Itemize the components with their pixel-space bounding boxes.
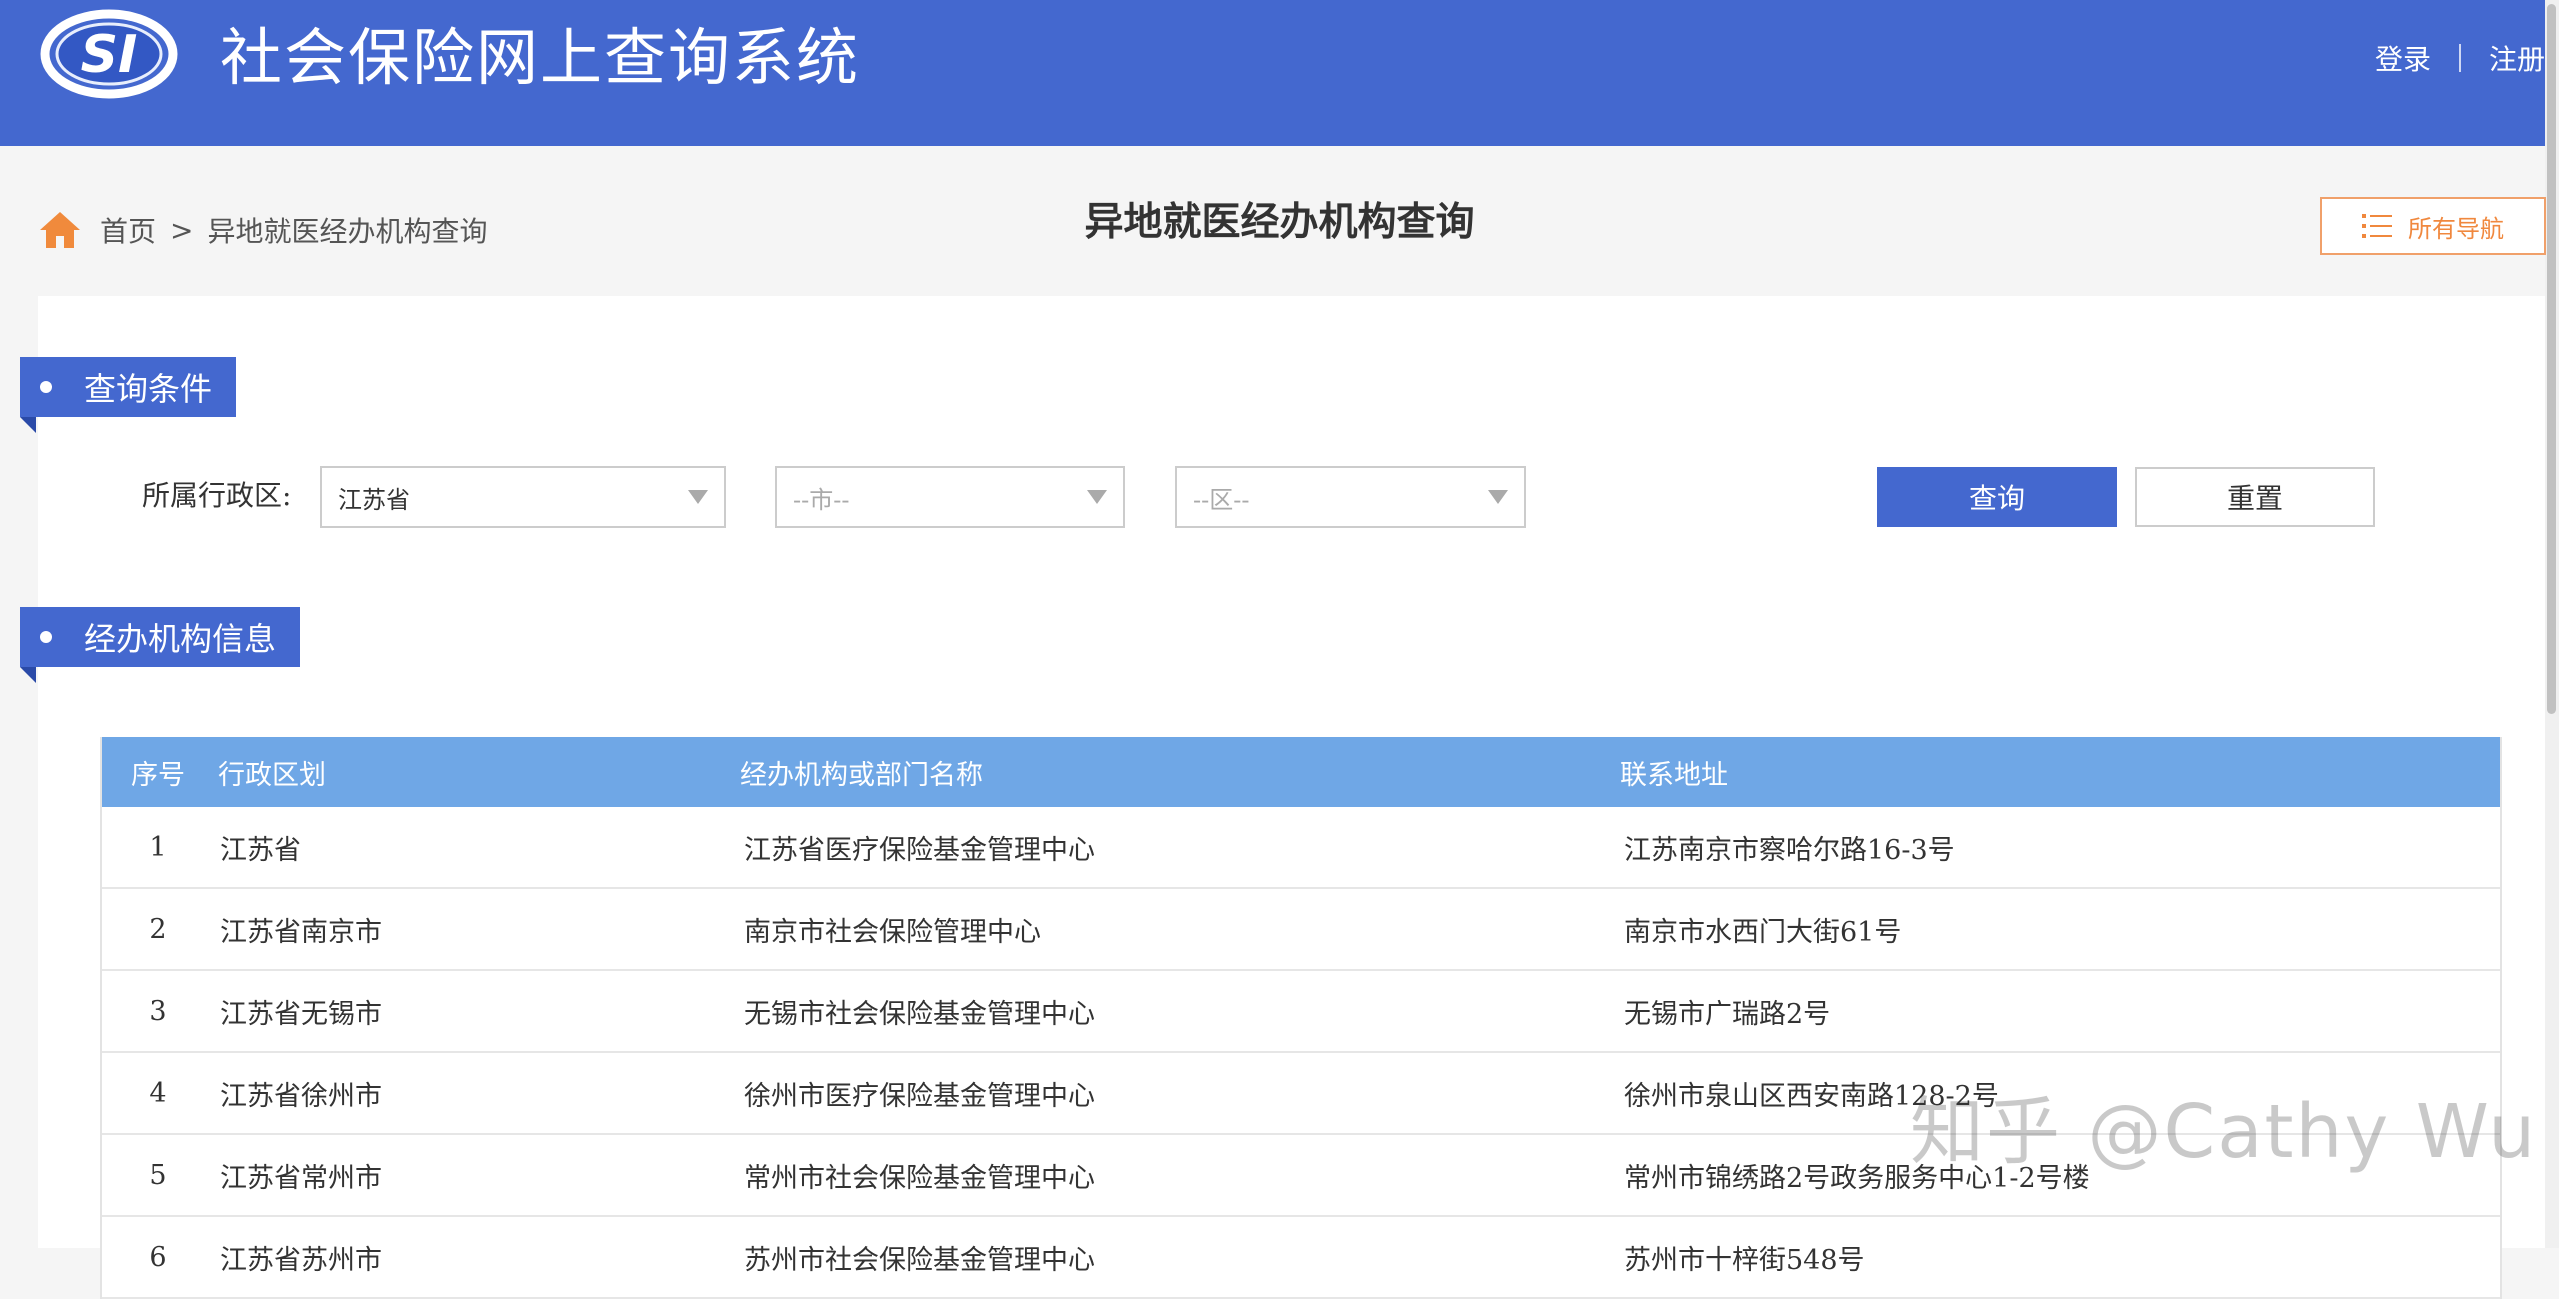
region-label: 所属行政区: (142, 479, 292, 512)
row-number: 4 (149, 1077, 167, 1109)
top-header: SI 社会保险网上查询系统 登录 注册 (0, 0, 2545, 146)
tab-fold (20, 417, 36, 433)
column-header-no: 序号 (131, 759, 185, 791)
list-icon (2362, 214, 2392, 238)
auth-divider (2458, 44, 2461, 72)
login-link[interactable]: 登录 (2375, 38, 2431, 78)
row-region: 江苏省常州市 (220, 1162, 382, 1194)
page-scrollbar-thumb[interactable] (2547, 4, 2556, 714)
app-title: 社会保险网上查询系统 (220, 21, 861, 94)
row-address: 江苏南京市察哈尔路16-3号 (1624, 834, 1955, 866)
row-address: 苏州市十梓街548号 (1624, 1244, 1865, 1276)
row-agency: 徐州市医疗保险基金管理中心 (744, 1080, 1095, 1112)
table-row: 2 江苏省南京市 南京市社会保险管理中心 南京市水西门大街61号 (102, 889, 2500, 971)
query-section-label: 查询条件 (84, 370, 213, 408)
row-region: 江苏省 (220, 834, 301, 866)
province-select[interactable]: 江苏省 (320, 466, 726, 528)
query-section-title: 查询条件 (20, 357, 237, 433)
row-number: 2 (149, 913, 167, 945)
column-header-region: 行政区划 (218, 759, 326, 791)
info-section-title: 经办机构信息 (20, 607, 301, 683)
row-number: 5 (149, 1159, 167, 1191)
row-region: 江苏省苏州市 (220, 1244, 382, 1276)
row-number: 1 (149, 831, 167, 863)
search-button[interactable]: 查询 (1877, 467, 2117, 527)
row-region: 江苏省徐州市 (220, 1080, 382, 1112)
row-number: 6 (149, 1241, 167, 1273)
all-nav-button[interactable]: 所有导航 (2320, 197, 2546, 255)
table-row: 3 江苏省无锡市 无锡市社会保险基金管理中心 无锡市广瑞路2号 (102, 971, 2500, 1053)
row-address: 无锡市广瑞路2号 (1624, 998, 1831, 1030)
chevron-down-icon (1087, 490, 1107, 504)
row-number: 3 (149, 995, 167, 1027)
si-logo: SI (40, 9, 178, 99)
province-select-value: 江苏省 (338, 485, 410, 514)
all-nav-label: 所有导航 (2408, 214, 2504, 243)
row-agency: 南京市社会保险管理中心 (744, 916, 1041, 948)
district-select[interactable]: --区-- (1175, 466, 1526, 528)
bullet-dot (40, 631, 52, 643)
register-link[interactable]: 注册 (2489, 38, 2545, 78)
row-region: 江苏省南京市 (220, 916, 382, 948)
column-header-agency: 经办机构或部门名称 (740, 759, 983, 791)
row-agency: 苏州市社会保险基金管理中心 (744, 1244, 1095, 1276)
table-header-row: 序号 行政区划 经办机构或部门名称 联系地址 (102, 737, 2500, 807)
city-select[interactable]: --市-- (775, 466, 1125, 528)
table-row: 1 江苏省 江苏省医疗保险基金管理中心 江苏南京市察哈尔路16-3号 (102, 807, 2500, 889)
auth-links: 登录 注册 (2375, 36, 2545, 80)
reset-button[interactable]: 重置 (2135, 467, 2375, 527)
row-agency: 江苏省医疗保险基金管理中心 (744, 834, 1095, 866)
svg-text:SI: SI (81, 25, 138, 85)
watermark: 知乎 @Cathy Wu (1910, 1089, 2538, 1175)
info-section-label: 经办机构信息 (84, 620, 277, 658)
page-title: 异地就医经办机构查询 (1084, 199, 1475, 245)
column-header-address: 联系地址 (1620, 759, 1728, 791)
row-agency: 常州市社会保险基金管理中心 (744, 1162, 1095, 1194)
table-row: 6 江苏省苏州市 苏州市社会保险基金管理中心 苏州市十梓街548号 (102, 1217, 2500, 1299)
bullet-dot (40, 381, 52, 393)
tab-fold (20, 667, 36, 683)
district-select-placeholder: --区-- (1193, 485, 1250, 514)
row-address: 南京市水西门大街61号 (1624, 916, 1902, 948)
chevron-down-icon (1488, 490, 1508, 504)
chevron-down-icon (688, 490, 708, 504)
agency-table: 序号 行政区划 经办机构或部门名称 联系地址 1 江苏省 江苏省医疗保险基金管理… (100, 737, 2502, 1299)
city-select-placeholder: --市-- (793, 485, 850, 514)
row-agency: 无锡市社会保险基金管理中心 (744, 998, 1095, 1030)
row-region: 江苏省无锡市 (220, 998, 382, 1030)
